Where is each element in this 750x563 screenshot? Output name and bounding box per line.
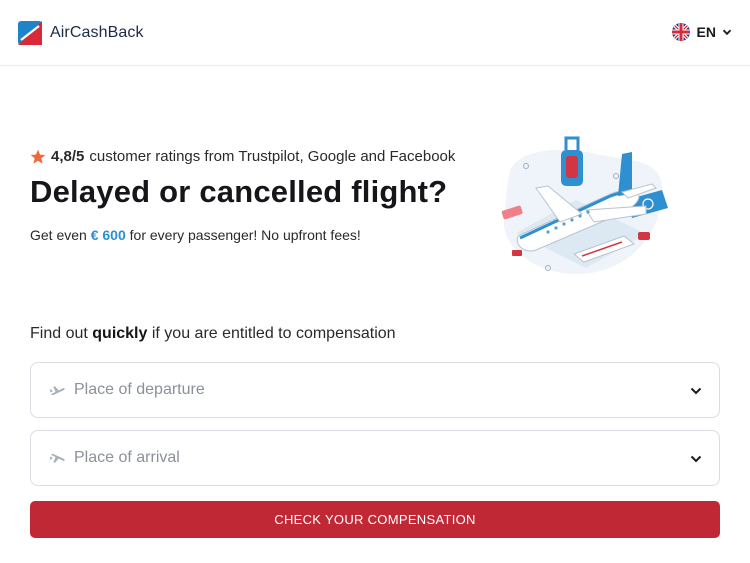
departure-select[interactable]: Place of departure — [30, 362, 720, 418]
rating-text: customer ratings from Trustpilot, Google… — [89, 148, 456, 165]
question-before: Find out — [30, 325, 88, 342]
airplane-takeoff-icon — [49, 386, 65, 396]
chevron-down-icon — [722, 29, 732, 36]
chevron-down-icon — [690, 455, 702, 463]
arrival-select[interactable]: Place of arrival — [30, 430, 720, 486]
arrival-placeholder: Place of arrival — [74, 449, 180, 466]
star-icon — [30, 149, 46, 164]
logo[interactable]: AirCashBack — [18, 21, 144, 45]
rating-line: 4,8/5 customer ratings from Trustpilot, … — [30, 148, 455, 165]
uk-flag-icon — [671, 23, 690, 41]
subtitle-after: for every passenger! No upfront fees! — [129, 227, 361, 243]
chevron-down-icon — [690, 387, 702, 395]
departure-placeholder: Place of departure — [74, 381, 205, 398]
question-bold: quickly — [92, 325, 148, 342]
rating-score: 4,8/5 — [51, 148, 85, 165]
page-title: Delayed or cancelled flight? — [30, 174, 448, 209]
header: AirCashBack EN — [0, 0, 750, 66]
airplane-landing-icon — [49, 453, 65, 463]
subtitle: Get even € 600 for every passenger! No u… — [30, 227, 361, 243]
logo-icon — [18, 21, 42, 45]
check-compensation-button[interactable]: CHECK YOUR COMPENSATION — [30, 501, 720, 538]
compensation-amount: € 600 — [90, 227, 126, 243]
language-selector[interactable]: EN — [671, 23, 732, 41]
airplane-illustration — [501, 136, 668, 274]
brand-name: AirCashBack — [50, 24, 144, 41]
question-after: if you are entitled to compensation — [151, 325, 396, 342]
language-code: EN — [696, 24, 716, 40]
subtitle-before: Get even — [30, 227, 87, 243]
form-question: Find out quickly if you are entitled to … — [30, 325, 396, 343]
